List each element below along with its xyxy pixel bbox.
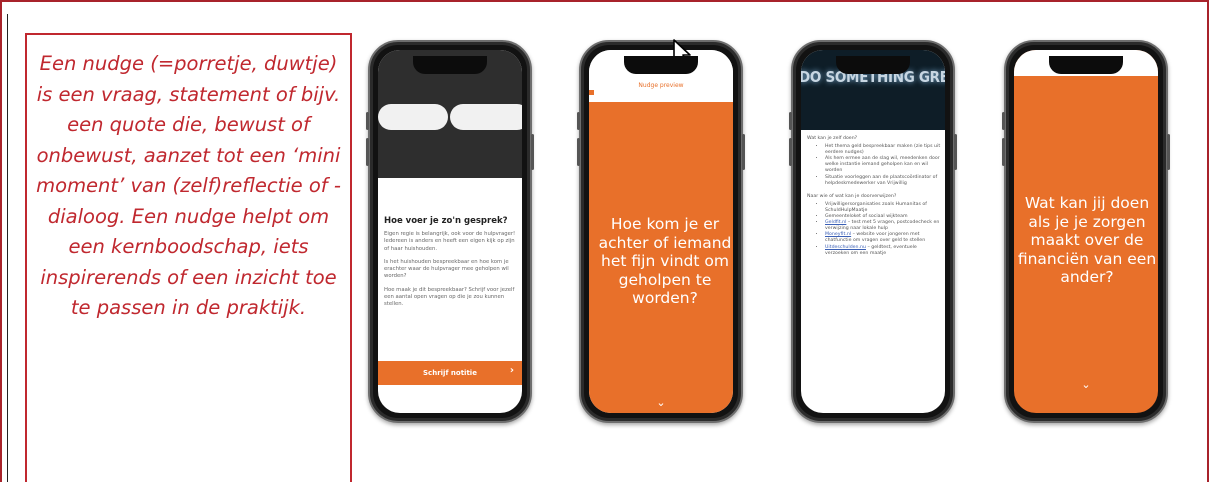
section-title: Wat kan je zelf doen? [807, 136, 858, 141]
chevron-down-icon[interactable]: ⌄ [1014, 378, 1158, 391]
nudge-preview-title: Nudge preview [638, 82, 684, 89]
paragraph: Eigen regie is belangrijk, ook voor de h… [384, 231, 516, 252]
self-actions-list: Het thema geld bespreekbaar maken (zie t… [807, 144, 941, 187]
list-item: Als hem ermee aan de slag wil, meedenken… [825, 156, 941, 174]
list-item: Vrijwilligersorganisaties zoals Humanita… [825, 202, 941, 214]
nudge-definition-box: Een nudge (=porretje, duwtje) is een vra… [25, 33, 352, 482]
phone-1-content: Hoe voer je zo'n gesprek? Eigen regie is… [384, 216, 516, 315]
phone-notch [1049, 56, 1123, 74]
left-margin-line [7, 14, 8, 482]
nudge-question[interactable]: Wat kan jij doen als je je zorgen maakt … [1014, 194, 1158, 287]
list-item: Uitdeschulden.nu – geldtest, eventuele v… [825, 245, 941, 257]
nudge-card[interactable]: Hoe kom je er achter of iemand het fijn … [589, 102, 733, 413]
phone-notch [836, 56, 910, 74]
nudge-definition-text: Een nudge (=porretje, duwtje) is een vra… [36, 52, 341, 319]
referral-list: Vrijwilligersorganisaties zoals Humanita… [807, 202, 941, 257]
moneyfit-link[interactable]: Moneyfit.nl [825, 232, 851, 237]
write-note-label: Schrijf notitie [423, 369, 477, 377]
chevron-right-icon: › [509, 365, 514, 376]
nudge-question: Hoe kom je er achter of iemand het fijn … [598, 215, 732, 307]
paragraph: Hoe maak je dit bespreekbaar? Schrijf vo… [384, 286, 515, 308]
section-title: Naar wie of wat kan je doorverwijzen? [807, 193, 897, 199]
list-item: Het thema geld bespreekbaar maken (zie t… [825, 144, 941, 156]
phone-mockup-1: Hoe voer je zo'n gesprek? Eigen regie is… [366, 40, 534, 423]
phone-3-screen: DO SOMETHING GREAT Wat kan je zelf doen?… [801, 50, 945, 413]
phone-mockup-2: Nudge preview Hoe kom je er achter of ie… [577, 40, 745, 423]
phone-notch [413, 56, 487, 74]
chevron-down-icon[interactable]: ⌄ [589, 396, 733, 409]
phone-3-content: Wat kan je zelf doen? Het thema geld bes… [807, 136, 941, 264]
list-item: Situatie voorleggen aan de plaatscoördin… [825, 175, 941, 187]
list-item: Geldfit.nl – test met 5 vragen, postcode… [825, 220, 941, 232]
phone-4-screen: Wat kan jij doen als je je zorgen maakt … [1014, 50, 1158, 413]
phone-2-screen: Nudge preview Hoe kom je er achter of ie… [589, 50, 733, 413]
write-note-button[interactable]: Schrijf notitie › [378, 361, 522, 385]
phone-mockup-4: Wat kan jij doen als je je zorgen maakt … [1002, 40, 1170, 423]
paragraph: Is het huishouden bespreekbaar en hoe ko… [384, 258, 509, 280]
conversation-title: Hoe voer je zo'n gesprek? [384, 216, 508, 226]
list-item: Moneyfit.nl – website voor jongeren met … [825, 232, 941, 244]
phone-notch [624, 56, 698, 74]
phone-mockup-3: DO SOMETHING GREAT Wat kan je zelf doen?… [789, 40, 957, 423]
geldfit-link[interactable]: Geldfit.nl [825, 220, 846, 225]
phone-1-screen: Hoe voer je zo'n gesprek? Eigen regie is… [378, 50, 522, 413]
uitdeschulden-link[interactable]: Uitdeschulden.nu [825, 245, 866, 250]
